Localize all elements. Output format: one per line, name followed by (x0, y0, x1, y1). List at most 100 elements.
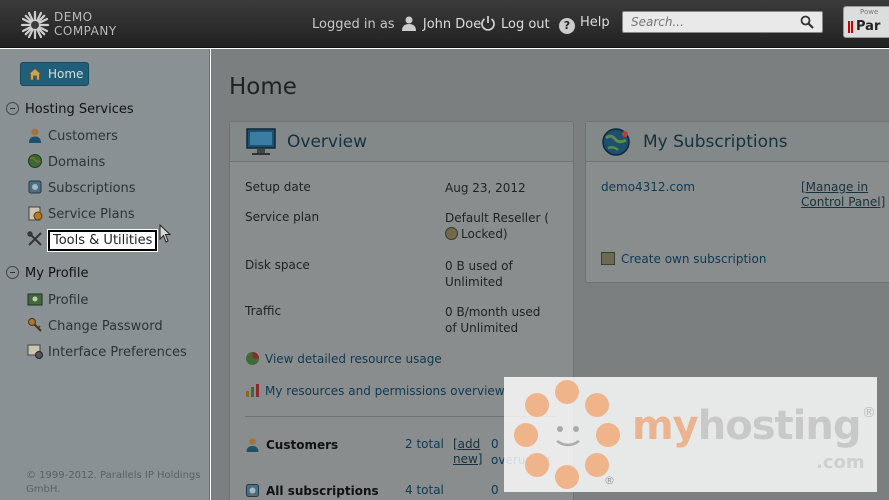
pie-chart-icon (246, 352, 259, 365)
collapse-icon[interactable] (6, 266, 19, 279)
search-icon[interactable] (800, 15, 814, 29)
user-icon (401, 16, 416, 31)
sidebar-item-service-plans[interactable]: Service Plans (27, 205, 135, 222)
preferences-icon (27, 344, 43, 359)
myhosting-flower-logo-icon (514, 380, 620, 489)
subscriptions-panel-header: My Subscriptions (586, 122, 889, 162)
resources-permissions-link[interactable]: My resources and permissions overview (245, 383, 505, 398)
customers-total-link[interactable]: 2 total (405, 437, 444, 451)
help-link[interactable]: ? Help (559, 15, 610, 34)
home-button[interactable]: Home (20, 62, 89, 86)
traffic-label: Traffic (245, 304, 282, 318)
sidebar-item-label: Tools & Utilities (48, 230, 158, 251)
watermark-hosting: hosting (697, 403, 862, 449)
mouse-cursor-icon (159, 224, 172, 243)
help-icon: ? (559, 18, 575, 34)
sidebar-item-subscriptions[interactable]: Subscriptions (27, 179, 136, 196)
username-link[interactable]: John Doe (423, 17, 481, 32)
home-label: Home (48, 67, 84, 81)
all-subscriptions-stat-label: All subscriptions (245, 483, 379, 498)
sidebar-item-label: Profile (48, 293, 89, 308)
search-input[interactable] (623, 12, 793, 32)
stat-label-text: Customers (266, 438, 339, 452)
setup-date-value: Aug 23, 2012 (445, 181, 526, 195)
user-icon (29, 128, 41, 143)
lock-icon (445, 227, 458, 240)
section-hosting-services[interactable]: Hosting Services (6, 102, 134, 117)
section-my-profile[interactable]: My Profile (6, 266, 88, 281)
copyright-text: © 1999-2012. Parallels IP Holdings GmbH. (26, 470, 201, 495)
disk-space-label: Disk space (245, 258, 310, 272)
company-logo[interactable]: DEMO COMPANY (20, 8, 140, 40)
customers-overusing-count[interactable]: 0 (491, 437, 499, 451)
subscription-icon (246, 484, 259, 497)
collapse-icon[interactable] (6, 102, 19, 115)
manage-in-control-panel-link[interactable]: [Manage in Control Panel] (801, 180, 889, 210)
watermark-com: .com (816, 452, 865, 473)
logo-line-1: DEMO (54, 10, 93, 24)
globe-icon (28, 154, 42, 168)
parallels-bars-icon (848, 21, 853, 33)
help-label: Help (580, 15, 610, 30)
search-box (622, 11, 823, 33)
link-label: My resources and permissions overview (265, 384, 505, 398)
subscriptions-overusing-count[interactable]: 0 (491, 483, 499, 497)
bar-chart-icon (246, 384, 259, 397)
overview-title: Overview (287, 132, 368, 152)
service-plan-icon (28, 206, 43, 221)
sidebar-item-change-password[interactable]: Change Password (27, 317, 163, 334)
top-bar: DEMO COMPANY Logged in as John Doe Log o… (0, 0, 889, 48)
logout-link[interactable]: Log out (480, 15, 550, 32)
watermark-registered-small: ® (604, 474, 615, 487)
customers-stat-label: Customers (245, 437, 338, 452)
view-resource-usage-link[interactable]: View detailed resource usage (245, 351, 442, 366)
watermark-registered: ® (862, 405, 876, 421)
link-label: Create own subscription (621, 252, 767, 266)
power-icon (481, 16, 495, 31)
sidebar-item-domains[interactable]: Domains (27, 153, 105, 170)
logo-line-2: COMPANY (54, 24, 117, 38)
service-plan-label: Service plan (245, 210, 320, 224)
logged-in-as: Logged in as John Doe (312, 15, 481, 32)
link-label: View detailed resource usage (265, 352, 442, 366)
sidebar-item-profile[interactable]: Profile (27, 291, 88, 308)
logged-in-prefix: Logged in as (312, 17, 395, 32)
overview-panel-header: Overview (230, 122, 573, 162)
tools-icon (27, 231, 42, 246)
section-title: Hosting Services (25, 102, 134, 117)
key-icon (28, 318, 42, 332)
monitor-icon (246, 128, 276, 155)
sidebar-item-tools-utilities[interactable]: Tools & Utilities (27, 230, 158, 251)
sidebar-item-interface-preferences[interactable]: Interface Preferences (27, 343, 187, 360)
watermark-brand-text: myhosting (632, 403, 862, 449)
sidebar-item-label: Change Password (48, 319, 163, 334)
sidebar-item-label: Customers (48, 129, 118, 144)
subscriptions-total-link[interactable]: 4 total (405, 483, 444, 497)
create-own-subscription-link[interactable]: Create own subscription (601, 252, 766, 266)
disk-space-value: 0 B used of Unlimited (445, 259, 513, 289)
sidebar-item-label: Interface Preferences (48, 345, 187, 360)
sidebar-item-label: Subscriptions (48, 181, 136, 196)
create-subscription-icon (601, 252, 615, 265)
section-title: My Profile (25, 266, 89, 281)
subscription-domain-link[interactable]: demo4312.com (601, 180, 695, 194)
sidebar-item-label: Domains (48, 155, 106, 170)
my-subscriptions-panel: My Subscriptions demo4312.com [Manage in… (585, 121, 889, 283)
sidebar-item-label: Service Plans (48, 207, 135, 222)
logout-label: Log out (501, 17, 550, 32)
traffic-value: 0 B/month used of Unlimited (445, 305, 541, 335)
parallels-logo[interactable]: Powe Par (843, 6, 889, 38)
service-plan-status: Locked) (461, 227, 508, 241)
user-icon (246, 438, 259, 452)
watermark-my: my (632, 403, 699, 449)
service-plan-value: Default Reseller ( Locked) (445, 210, 555, 242)
vendor-small-text: Powe (860, 8, 879, 16)
myhosting-watermark: myhosting .com ® ® (504, 377, 877, 492)
sidebar-item-customers[interactable]: Customers (27, 127, 118, 144)
add-new-customer-link[interactable]: [add new] (453, 437, 483, 467)
stat-label-text: All subscriptions (266, 484, 379, 498)
subscriptions-title: My Subscriptions (643, 132, 788, 152)
subscription-icon (28, 180, 42, 194)
page-title: Home (229, 74, 297, 100)
setup-date-label: Setup date (245, 180, 311, 194)
